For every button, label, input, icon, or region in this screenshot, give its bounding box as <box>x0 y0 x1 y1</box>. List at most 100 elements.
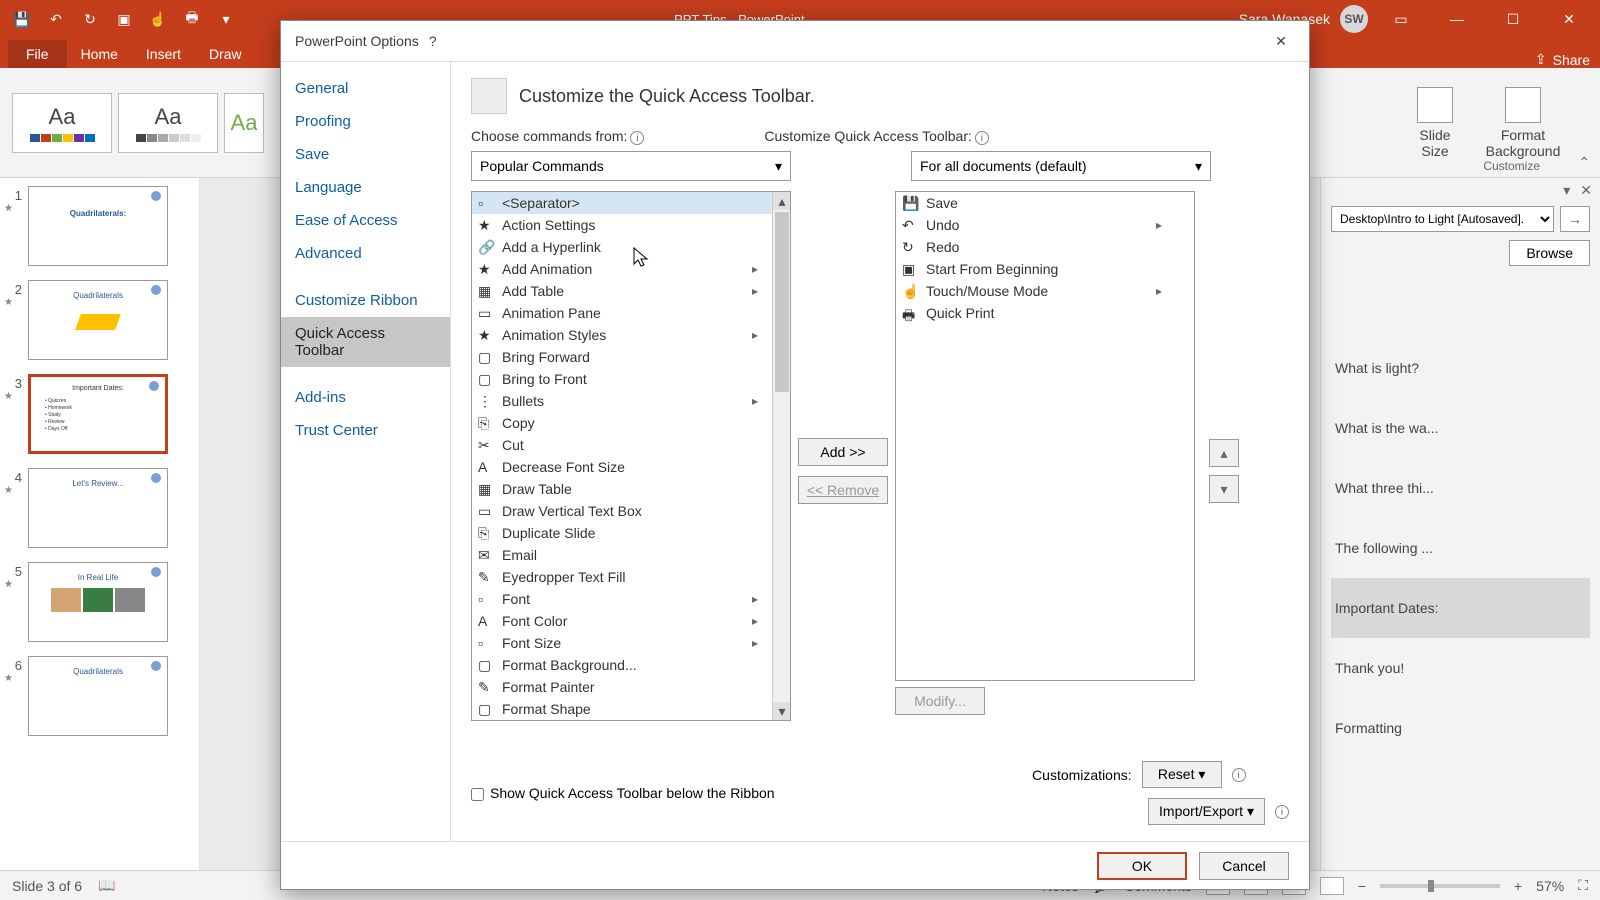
list-item[interactable]: ★Animation Styles▸ <box>472 324 790 346</box>
list-item[interactable]: Formatting <box>1331 698 1590 758</box>
slideshow-view-icon[interactable] <box>1320 877 1344 895</box>
list-item[interactable]: ▢Bring to Front <box>472 368 790 390</box>
sidebar-item-language[interactable]: Language <box>281 171 450 204</box>
sidebar-item-quick-access-toolbar[interactable]: Quick Access Toolbar <box>281 317 450 367</box>
list-item[interactable]: ▫Font▸ <box>472 588 790 610</box>
touch-icon[interactable]: ☝ <box>144 5 172 33</box>
panel-dropdown-icon[interactable]: ▾ <box>1563 182 1570 199</box>
list-item[interactable]: 🖶Quick Print <box>896 302 1194 324</box>
sidebar-item-proofing[interactable]: Proofing <box>281 105 450 138</box>
zoom-level[interactable]: 57% <box>1536 878 1564 894</box>
qat-dropdown-icon[interactable]: ▾ <box>212 5 240 33</box>
sidebar-item-add-ins[interactable]: Add-ins <box>281 381 450 414</box>
list-item[interactable]: ▢Format Background... <box>472 654 790 676</box>
checkbox[interactable] <box>471 788 484 801</box>
sidebar-item-trust-center[interactable]: Trust Center <box>281 414 450 447</box>
close-icon[interactable]: ✕ <box>1267 27 1295 55</box>
print-icon[interactable]: 🖶 <box>178 5 206 33</box>
zoom-slider[interactable] <box>1380 884 1500 888</box>
add-button[interactable]: Add >> <box>798 438 888 466</box>
move-down-button[interactable]: ▾ <box>1209 475 1239 503</box>
browse-button[interactable]: Browse <box>1509 240 1590 266</box>
thumb-5[interactable]: 5★ In Real Life <box>4 562 195 642</box>
thumb-4[interactable]: 4★ Let's Review... <box>4 468 195 548</box>
list-item[interactable]: ↻Redo <box>896 236 1194 258</box>
spellcheck-icon[interactable]: 📖 <box>98 877 115 894</box>
scrollbar[interactable]: ▴ ▾ <box>772 192 790 720</box>
info-icon[interactable]: i <box>630 131 644 145</box>
available-commands-list[interactable]: ▫<Separator>★Action Settings🔗Add a Hyper… <box>471 191 791 721</box>
list-item[interactable]: The following ... <box>1331 518 1590 578</box>
info-icon[interactable]: i <box>975 131 989 145</box>
list-item[interactable]: ✂Cut <box>472 434 790 456</box>
ribbon-display-icon[interactable]: ▭ <box>1378 4 1424 34</box>
list-item[interactable]: ↶Undo▸ <box>896 214 1194 236</box>
import-export-button[interactable]: Import/Export ▾ <box>1148 798 1265 825</box>
list-item[interactable]: ✎Eyedropper Text Fill <box>472 566 790 588</box>
list-item[interactable]: 💾Save <box>896 192 1194 214</box>
choose-commands-select[interactable]: Popular Commands▾ <box>471 151 791 181</box>
slide-size-button[interactable]: Slide Size <box>1400 87 1470 159</box>
tab-home[interactable]: Home <box>67 40 132 68</box>
collapse-ribbon-icon[interactable]: ⌃ <box>1578 154 1590 171</box>
list-item[interactable]: ▢Format Shape <box>472 698 790 720</box>
theme-tile[interactable]: Aa <box>224 93 264 153</box>
list-item[interactable]: ✎Format Painter <box>472 676 790 698</box>
theme-tile[interactable]: Aa <box>12 93 112 153</box>
sidebar-item-general[interactable]: General <box>281 72 450 105</box>
redo-icon[interactable]: ↻ <box>76 5 104 33</box>
list-item[interactable]: ⎘Copy <box>472 412 790 434</box>
start-icon[interactable]: ▣ <box>110 5 138 33</box>
list-item[interactable]: ▭Draw Vertical Text Box <box>472 500 790 522</box>
scroll-up-icon[interactable]: ▴ <box>773 192 791 210</box>
list-item[interactable]: Important Dates: <box>1331 578 1590 638</box>
move-up-button[interactable]: ▴ <box>1209 439 1239 467</box>
panel-close-icon[interactable]: ✕ <box>1580 182 1592 199</box>
thumb-1[interactable]: 1★ Quadrilaterals: <box>4 186 195 266</box>
minimize-icon[interactable]: — <box>1434 4 1480 34</box>
tab-draw[interactable]: Draw <box>195 40 256 68</box>
go-arrow-icon[interactable]: → <box>1560 206 1590 232</box>
fit-icon[interactable]: ⛶ <box>1578 877 1588 894</box>
path-select[interactable]: Desktop\Intro to Light [Autosaved]. <box>1331 206 1554 232</box>
ok-button[interactable]: OK <box>1097 852 1187 880</box>
avatar[interactable]: SW <box>1340 5 1368 33</box>
list-item[interactable]: Thank you! <box>1331 638 1590 698</box>
tab-file[interactable]: File <box>8 40 67 68</box>
undo-icon[interactable]: ↶ <box>42 5 70 33</box>
zoom-in-icon[interactable]: + <box>1514 878 1522 894</box>
list-item[interactable]: What is the wa... <box>1331 398 1590 458</box>
show-below-checkbox[interactable]: Show Quick Access Toolbar below the Ribb… <box>471 785 791 801</box>
list-item[interactable]: ★Action Settings <box>472 214 790 236</box>
tab-insert[interactable]: Insert <box>132 40 195 68</box>
share-button[interactable]: Share <box>1553 52 1590 68</box>
sidebar-item-customize-ribbon[interactable]: Customize Ribbon <box>281 284 450 317</box>
maximize-icon[interactable]: ☐ <box>1490 4 1536 34</box>
list-item[interactable]: ADecrease Font Size <box>472 456 790 478</box>
list-item[interactable]: What is light? <box>1331 338 1590 398</box>
current-qat-list[interactable]: 💾Save↶Undo▸↻Redo▣Start From Beginning☝To… <box>895 191 1195 681</box>
list-item[interactable]: ▫Font Size▸ <box>472 632 790 654</box>
list-item[interactable]: ▦Add Table▸ <box>472 280 790 302</box>
list-item[interactable]: What three thi... <box>1331 458 1590 518</box>
list-item[interactable]: ⋮Bullets▸ <box>472 390 790 412</box>
info-icon[interactable]: i <box>1275 805 1289 819</box>
zoom-out-icon[interactable]: − <box>1358 878 1366 894</box>
list-item[interactable]: ▦Draw Table <box>472 478 790 500</box>
theme-tile[interactable]: Aa <box>118 93 218 153</box>
list-item[interactable]: ▢Bring Forward <box>472 346 790 368</box>
list-item[interactable]: AFont Color▸ <box>472 610 790 632</box>
list-item[interactable]: ▭Animation Pane <box>472 302 790 324</box>
cancel-button[interactable]: Cancel <box>1199 852 1289 880</box>
list-item[interactable]: ▣Start From Beginning <box>896 258 1194 280</box>
list-item[interactable]: ▫<Separator> <box>472 192 790 214</box>
customize-qat-select[interactable]: For all documents (default)▾ <box>911 151 1211 181</box>
scroll-thumb[interactable] <box>775 212 789 392</box>
list-item[interactable]: ✉Email <box>472 544 790 566</box>
close-window-icon[interactable]: ✕ <box>1546 4 1592 34</box>
list-item[interactable]: ☝Touch/Mouse Mode▸ <box>896 280 1194 302</box>
sidebar-item-save[interactable]: Save <box>281 138 450 171</box>
info-icon[interactable]: i <box>1232 768 1246 782</box>
format-background-button[interactable]: Format Background <box>1488 87 1558 159</box>
scroll-down-icon[interactable]: ▾ <box>773 702 791 720</box>
